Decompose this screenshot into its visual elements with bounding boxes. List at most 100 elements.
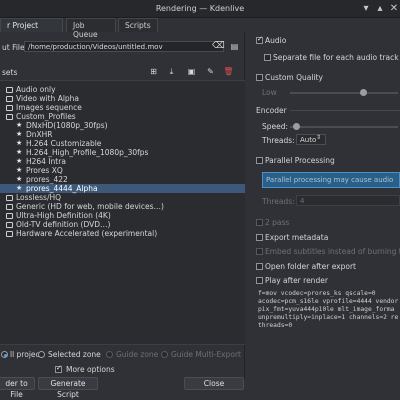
more-options-checkbox[interactable] — [55, 364, 62, 373]
star-icon: ★ — [16, 130, 23, 138]
window-title: Rendering — Kdenlive — [155, 4, 245, 13]
play-after-render-label: Play after render — [265, 276, 328, 285]
clear-input-icon[interactable]: ⌫ — [212, 41, 225, 52]
tree-item-label: prores_422 — [26, 175, 68, 184]
star-icon: ★ — [16, 166, 23, 174]
folder-icon — [6, 113, 13, 120]
tree-folder-row[interactable]: Generic (HD for web, mobile devices…) — [0, 202, 245, 211]
speed-label: Speed: — [262, 122, 289, 131]
tab-scripts[interactable]: Scripts — [118, 18, 158, 32]
open-folder-checkbox[interactable] — [256, 263, 263, 270]
tree-item-label: DNxHD(1080p_30fps) — [26, 121, 108, 130]
parallel-info-message: Parallel processing may cause audio — [262, 172, 400, 188]
new-preset-icon[interactable]: ⊞ — [148, 66, 159, 77]
tree-folder-row[interactable]: Images sequence — [0, 103, 245, 112]
guide-zone-radio[interactable] — [106, 351, 113, 358]
tree-folder-row[interactable]: Audio only — [0, 85, 245, 94]
tree-item-label: Audio only — [16, 85, 56, 94]
separate-audio-checkbox[interactable] — [264, 54, 271, 61]
guide-zone-label: Guide zone — [116, 350, 159, 359]
more-options-label: More options — [66, 365, 115, 374]
tree-preset-row[interactable]: ★ Prores XQ — [0, 166, 245, 175]
tab-render-project[interactable]: r Project — [0, 18, 63, 32]
tree-item-label: Lossless/HQ — [16, 193, 62, 202]
separate-audio-label: Separate file for each audio track — [273, 53, 399, 62]
tree-preset-row[interactable]: ★ H.264 Customizable — [0, 139, 245, 148]
tree-folder-row[interactable]: Old-TV definition (DVD…) — [0, 220, 245, 229]
encoder-divider — [290, 110, 400, 111]
parallel-processing-checkbox[interactable] — [256, 157, 263, 164]
encoder-section-label: Encoder — [256, 106, 287, 115]
folder-icon — [6, 221, 13, 228]
window-titlebar: Rendering — Kdenlive ▾ ▴ ✕ — [0, 0, 400, 18]
guide-multi-export-radio[interactable] — [161, 351, 168, 358]
tree-folder-row[interactable]: Custom_Profiles — [0, 112, 245, 121]
threads-spinbox[interactable]: Auto — [296, 134, 326, 145]
tree-item-label: DnXHR — [26, 130, 53, 139]
generate-script-button[interactable]: Generate Script — [38, 377, 98, 399]
tree-folder-row[interactable]: Lossless/HQ — [0, 193, 245, 202]
close-button[interactable]: Close — [184, 377, 244, 390]
quality-slider[interactable] — [360, 89, 367, 96]
render-parameters-text[interactable]: f=mov vcodec=prores_ks qscale=0 acodec=p… — [258, 290, 400, 330]
export-metadata-checkbox[interactable] — [256, 234, 263, 241]
folder-icon — [6, 230, 13, 237]
full-project-radio[interactable] — [1, 351, 8, 358]
audio-label: Audio — [265, 36, 287, 45]
tree-preset-row[interactable]: ★ H.264_High_Profile_1080p_30fps — [0, 148, 245, 157]
star-icon: ★ — [16, 139, 23, 147]
threads-spinbox-2[interactable]: 4 — [296, 195, 400, 206]
tree-item-label: Images sequence — [16, 103, 82, 112]
tree-item-label: prores_4444_Alpha — [26, 184, 98, 193]
folder-icon — [6, 104, 13, 111]
delete-preset-icon[interactable]: 🗑 — [223, 66, 234, 77]
star-icon: ★ — [16, 184, 23, 192]
minimize-icon[interactable]: ▾ — [360, 3, 372, 15]
browse-file-icon[interactable]: ▤ — [229, 41, 240, 52]
custom-quality-checkbox[interactable] — [256, 74, 263, 81]
star-icon: ★ — [16, 121, 23, 129]
tree-folder-row[interactable]: Video with Alpha — [0, 94, 245, 103]
tree-folder-row[interactable]: Ultra-High Definition (4K) — [0, 211, 245, 220]
presets-tree[interactable]: Audio only Video with Alpha Images sequenc… — [0, 80, 245, 345]
edit-preset-icon[interactable]: ✎ — [205, 66, 216, 77]
speed-slider[interactable] — [293, 123, 300, 130]
tab-job-queue[interactable]: Job Queue — [66, 18, 116, 39]
embed-subtitles-label: Embed subtitles instead of burning them — [265, 247, 400, 256]
folder-icon — [6, 203, 13, 210]
tree-item-label: Ultra-High Definition (4K) — [16, 211, 111, 220]
tree-folder-row[interactable]: Hardware Accelerated (experimental) — [0, 229, 245, 238]
tree-preset-row[interactable]: ★ DNxHD(1080p_30fps) — [0, 121, 245, 130]
parallel-processing-label: Parallel Processing — [265, 156, 335, 165]
tree-preset-row[interactable]: ★ prores_4444_Alpha — [0, 184, 245, 193]
quality-low-label: Low — [262, 88, 277, 97]
star-icon: ★ — [16, 157, 23, 165]
folder-icon — [6, 212, 13, 219]
star-icon: ★ — [16, 148, 23, 156]
spin-arrows-icon[interactable]: ⇕ — [316, 134, 321, 141]
tree-item-label: Generic (HD for web, mobile devices…) — [16, 202, 164, 211]
selected-zone-radio[interactable] — [38, 351, 45, 358]
two-pass-checkbox[interactable] — [256, 219, 263, 226]
audio-checkbox[interactable] — [256, 35, 263, 44]
tree-preset-row[interactable]: ★ prores_422 — [0, 175, 245, 184]
speed-slider-track — [290, 126, 398, 128]
maximize-icon[interactable]: ▴ — [374, 3, 386, 15]
output-file-input[interactable]: /home/production/Videos/untitled.mov — [24, 41, 224, 52]
tree-preset-row[interactable]: ★ H264 Intra — [0, 157, 245, 166]
output-file-label: ut File — [2, 43, 25, 52]
tree-item-label: H.264_High_Profile_1080p_30fps — [26, 148, 149, 157]
close-window-icon[interactable]: ✕ — [388, 3, 400, 15]
tree-item-label: Prores XQ — [26, 166, 63, 175]
play-after-render-checkbox[interactable] — [256, 277, 263, 284]
download-preset-icon[interactable]: ⤓ — [166, 66, 177, 77]
tree-item-label: H.264 Customizable — [26, 139, 102, 148]
tree-preset-row[interactable]: ★ DnXHR — [0, 130, 245, 139]
tree-item-label: H264 Intra — [26, 157, 66, 166]
star-icon: ★ — [16, 175, 23, 183]
folder-icon — [6, 194, 13, 201]
render-to-file-button[interactable]: der to File — [0, 377, 35, 399]
embed-subtitles-checkbox[interactable] — [256, 248, 263, 255]
save-preset-icon[interactable]: ▣ — [186, 66, 197, 77]
quality-slider-track — [290, 92, 398, 94]
